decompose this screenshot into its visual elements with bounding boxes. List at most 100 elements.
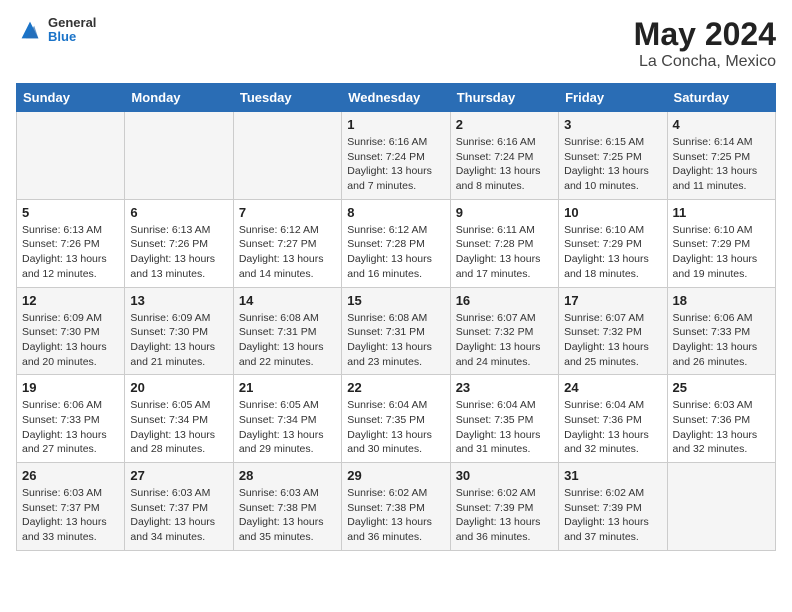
day-number: 26 — [22, 468, 119, 483]
day-number: 28 — [239, 468, 336, 483]
day-number: 6 — [130, 205, 227, 220]
logo-blue: Blue — [48, 30, 96, 44]
calendar-cell: 11 Sunrise: 6:10 AMSunset: 7:29 PMDayligh… — [667, 199, 775, 287]
day-number: 23 — [456, 380, 553, 395]
day-number: 11 — [673, 205, 770, 220]
calendar-cell: 22 Sunrise: 6:04 AMSunset: 7:35 PMDayligh… — [342, 375, 450, 463]
calendar-cell: 10 Sunrise: 6:10 AMSunset: 7:29 PMDayligh… — [559, 199, 667, 287]
calendar-cell: 17 Sunrise: 6:07 AMSunset: 7:32 PMDayligh… — [559, 287, 667, 375]
day-info: Sunrise: 6:08 AMSunset: 7:31 PMDaylight:… — [347, 311, 444, 370]
day-info: Sunrise: 6:02 AMSunset: 7:39 PMDaylight:… — [456, 486, 553, 545]
day-info: Sunrise: 6:04 AMSunset: 7:36 PMDaylight:… — [564, 398, 661, 457]
day-number: 29 — [347, 468, 444, 483]
logo: General Blue — [16, 16, 96, 45]
day-info: Sunrise: 6:09 AMSunset: 7:30 PMDaylight:… — [130, 311, 227, 370]
calendar-cell: 28Sunrise: 6:03 AMSunset: 7:38 PMDayligh… — [233, 463, 341, 551]
day-number: 18 — [673, 293, 770, 308]
day-info: Sunrise: 6:13 AMSunset: 7:26 PMDaylight:… — [22, 223, 119, 282]
day-info: Sunrise: 6:02 AMSunset: 7:39 PMDaylight:… — [564, 486, 661, 545]
calendar-cell: 6 Sunrise: 6:13 AMSunset: 7:26 PMDaylight… — [125, 199, 233, 287]
weekday-header: Thursday — [450, 84, 558, 112]
calendar-cell: 16 Sunrise: 6:07 AMSunset: 7:32 PMDayligh… — [450, 287, 558, 375]
calendar-table: SundayMondayTuesdayWednesdayThursdayFrid… — [16, 83, 776, 551]
day-number: 19 — [22, 380, 119, 395]
calendar-subtitle: La Concha, Mexico — [634, 53, 776, 71]
calendar-cell: 26Sunrise: 6:03 AMSunset: 7:37 PMDayligh… — [17, 463, 125, 551]
calendar-cell: 29 Sunrise: 6:02 AMSunset: 7:38 PMDayligh… — [342, 463, 450, 551]
day-number: 10 — [564, 205, 661, 220]
calendar-cell: 31 Sunrise: 6:02 AMSunset: 7:39 PMDayligh… — [559, 463, 667, 551]
day-info: Sunrise: 6:10 AMSunset: 7:29 PMDaylight:… — [673, 223, 770, 282]
weekday-header: Friday — [559, 84, 667, 112]
day-number: 30 — [456, 468, 553, 483]
calendar-cell: 2 Sunrise: 6:16 AMSunset: 7:24 PMDaylight… — [450, 112, 558, 200]
weekday-header: Sunday — [17, 84, 125, 112]
day-info: Sunrise: 6:16 AMSunset: 7:24 PMDaylight:… — [347, 135, 444, 194]
day-number: 27 — [130, 468, 227, 483]
calendar-cell: 23 Sunrise: 6:04 AMSunset: 7:35 PMDayligh… — [450, 375, 558, 463]
day-info: Sunrise: 6:10 AMSunset: 7:29 PMDaylight:… — [564, 223, 661, 282]
calendar-cell: 1 Sunrise: 6:16 AMSunset: 7:24 PMDaylight… — [342, 112, 450, 200]
day-number: 13 — [130, 293, 227, 308]
day-number: 17 — [564, 293, 661, 308]
weekday-header: Monday — [125, 84, 233, 112]
calendar-cell: 5 Sunrise: 6:13 AMSunset: 7:26 PMDaylight… — [17, 199, 125, 287]
calendar-cell: 8 Sunrise: 6:12 AMSunset: 7:28 PMDaylight… — [342, 199, 450, 287]
day-number: 16 — [456, 293, 553, 308]
day-number: 4 — [673, 117, 770, 132]
day-info: Sunrise: 6:04 AMSunset: 7:35 PMDaylight:… — [456, 398, 553, 457]
calendar-cell — [667, 463, 775, 551]
day-info: Sunrise: 6:02 AMSunset: 7:38 PMDaylight:… — [347, 486, 444, 545]
day-number: 3 — [564, 117, 661, 132]
weekday-header: Tuesday — [233, 84, 341, 112]
day-info: Sunrise: 6:12 AMSunset: 7:28 PMDaylight:… — [347, 223, 444, 282]
day-info: Sunrise: 6:08 AMSunset: 7:31 PMDaylight:… — [239, 311, 336, 370]
day-info: Sunrise: 6:05 AMSunset: 7:34 PMDaylight:… — [130, 398, 227, 457]
day-info: Sunrise: 6:04 AMSunset: 7:35 PMDaylight:… — [347, 398, 444, 457]
day-number: 8 — [347, 205, 444, 220]
day-info: Sunrise: 6:07 AMSunset: 7:32 PMDaylight:… — [564, 311, 661, 370]
calendar-cell — [17, 112, 125, 200]
calendar-cell — [233, 112, 341, 200]
calendar-cell: 19 Sunrise: 6:06 AMSunset: 7:33 PMDayligh… — [17, 375, 125, 463]
day-info: Sunrise: 6:07 AMSunset: 7:32 PMDaylight:… — [456, 311, 553, 370]
day-info: Sunrise: 6:13 AMSunset: 7:26 PMDaylight:… — [130, 223, 227, 282]
day-info: Sunrise: 6:03 AMSunset: 7:37 PMDaylight:… — [130, 486, 227, 545]
logo-general: General — [48, 16, 96, 30]
page-header: General Blue May 2024 La Concha, Mexico — [16, 16, 776, 71]
day-number: 5 — [22, 205, 119, 220]
calendar-cell: 25Sunrise: 6:03 AMSunset: 7:36 PMDayligh… — [667, 375, 775, 463]
day-number: 14 — [239, 293, 336, 308]
day-info: Sunrise: 6:15 AMSunset: 7:25 PMDaylight:… — [564, 135, 661, 194]
calendar-cell: 24 Sunrise: 6:04 AMSunset: 7:36 PMDayligh… — [559, 375, 667, 463]
weekday-header: Saturday — [667, 84, 775, 112]
calendar-cell: 18Sunrise: 6:06 AMSunset: 7:33 PMDayligh… — [667, 287, 775, 375]
calendar-cell: 12 Sunrise: 6:09 AMSunset: 7:30 PMDayligh… — [17, 287, 125, 375]
calendar-cell: 21Sunrise: 6:05 AMSunset: 7:34 PMDayligh… — [233, 375, 341, 463]
day-number: 20 — [130, 380, 227, 395]
day-number: 2 — [456, 117, 553, 132]
calendar-cell: 27 Sunrise: 6:03 AMSunset: 7:37 PMDayligh… — [125, 463, 233, 551]
title-block: May 2024 La Concha, Mexico — [634, 16, 776, 71]
weekday-header: Wednesday — [342, 84, 450, 112]
logo-text: General Blue — [48, 16, 96, 45]
day-number: 12 — [22, 293, 119, 308]
calendar-cell: 7Sunrise: 6:12 AMSunset: 7:27 PMDaylight… — [233, 199, 341, 287]
day-number: 21 — [239, 380, 336, 395]
calendar-cell: 30 Sunrise: 6:02 AMSunset: 7:39 PMDayligh… — [450, 463, 558, 551]
day-info: Sunrise: 6:14 AMSunset: 7:25 PMDaylight:… — [673, 135, 770, 194]
day-info: Sunrise: 6:09 AMSunset: 7:30 PMDaylight:… — [22, 311, 119, 370]
day-info: Sunrise: 6:16 AMSunset: 7:24 PMDaylight:… — [456, 135, 553, 194]
calendar-cell: 13 Sunrise: 6:09 AMSunset: 7:30 PMDayligh… — [125, 287, 233, 375]
day-number: 1 — [347, 117, 444, 132]
day-number: 31 — [564, 468, 661, 483]
day-number: 24 — [564, 380, 661, 395]
day-info: Sunrise: 6:03 AMSunset: 7:36 PMDaylight:… — [673, 398, 770, 457]
day-info: Sunrise: 6:11 AMSunset: 7:28 PMDaylight:… — [456, 223, 553, 282]
calendar-cell: 14 Sunrise: 6:08 AMSunset: 7:31 PMDayligh… — [233, 287, 341, 375]
calendar-cell: 15 Sunrise: 6:08 AMSunset: 7:31 PMDayligh… — [342, 287, 450, 375]
day-number: 22 — [347, 380, 444, 395]
day-info: Sunrise: 6:06 AMSunset: 7:33 PMDaylight:… — [22, 398, 119, 457]
day-number: 15 — [347, 293, 444, 308]
day-info: Sunrise: 6:12 AMSunset: 7:27 PMDaylight:… — [239, 223, 336, 282]
